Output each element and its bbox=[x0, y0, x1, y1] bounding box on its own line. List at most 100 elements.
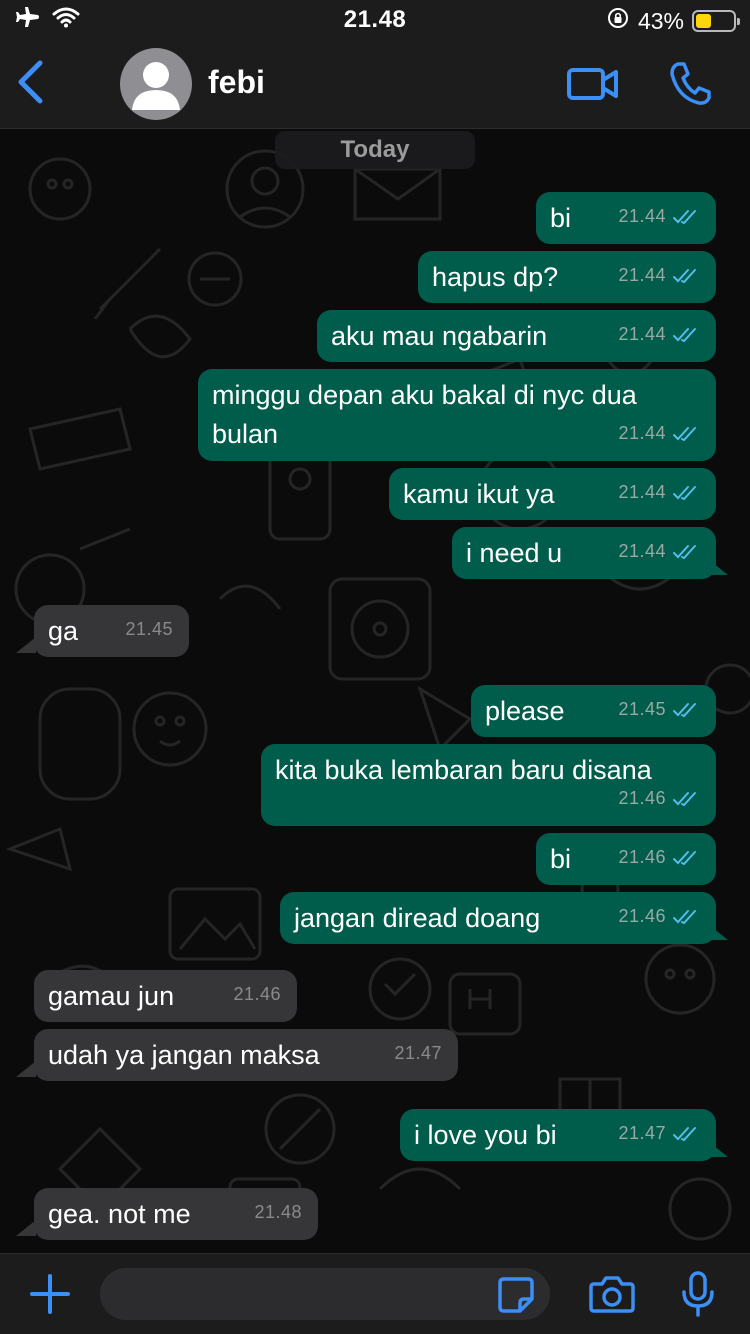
microphone-icon bbox=[682, 1271, 714, 1317]
voice-call-button[interactable] bbox=[666, 58, 714, 115]
message-meta: 21.44 bbox=[618, 532, 698, 571]
message-text: minggu depan aku bakal di nyc dua bulan bbox=[212, 380, 645, 449]
message-time: 21.44 bbox=[618, 265, 666, 285]
message-bubble-incoming[interactable]: udah ya jangan maksa 21.47 bbox=[34, 1029, 458, 1081]
whatsapp-chat-screen: 21.48 43% febi Today bi 21.44 hapus dp? … bbox=[0, 0, 750, 1334]
bubble-tail bbox=[16, 1220, 36, 1236]
read-receipt-icon bbox=[673, 850, 696, 865]
message-bubble-outgoing[interactable]: hapus dp? 21.44 bbox=[418, 251, 716, 303]
message-text: bi bbox=[550, 844, 572, 874]
message-text: udah ya jangan maksa bbox=[48, 1040, 320, 1070]
message-time: 21.44 bbox=[618, 324, 666, 344]
message-text: jangan diread doang bbox=[294, 903, 541, 933]
message-bubble-incoming[interactable]: ga 21.45 bbox=[34, 605, 189, 657]
message-bubble-outgoing[interactable]: bi 21.44 bbox=[536, 192, 716, 244]
message-time: 21.46 bbox=[233, 984, 281, 1004]
message-text: gamau jun bbox=[48, 981, 175, 1011]
read-receipt-icon bbox=[673, 485, 696, 500]
message-bubble-outgoing[interactable]: i need u 21.44 bbox=[452, 527, 716, 579]
message-time: 21.46 bbox=[618, 847, 666, 867]
attach-button[interactable] bbox=[28, 1272, 72, 1321]
plus-icon bbox=[30, 1274, 70, 1314]
message-text: please bbox=[485, 696, 565, 726]
default-avatar-icon bbox=[132, 62, 180, 110]
message-meta: 21.44 bbox=[618, 414, 698, 453]
contact-name[interactable]: febi bbox=[208, 64, 265, 101]
read-receipt-icon bbox=[673, 426, 696, 441]
voice-message-button[interactable] bbox=[680, 1270, 716, 1323]
message-bubble-incoming[interactable]: gea. not me 21.48 bbox=[34, 1188, 318, 1240]
message-time: 21.44 bbox=[618, 541, 666, 561]
read-receipt-icon bbox=[673, 327, 696, 342]
message-text: kamu ikut ya bbox=[403, 479, 555, 509]
message-meta: 21.47 bbox=[618, 1114, 698, 1153]
message-meta: 21.46 bbox=[233, 975, 281, 1014]
message-text: i love you bi bbox=[414, 1120, 557, 1150]
date-separator: Today bbox=[275, 131, 475, 169]
read-receipt-icon bbox=[673, 791, 696, 806]
message-bubble-outgoing[interactable]: please 21.45 bbox=[471, 685, 716, 737]
camera-icon bbox=[589, 1276, 635, 1313]
message-input[interactable] bbox=[100, 1268, 550, 1320]
sticker-icon bbox=[498, 1277, 534, 1313]
contact-avatar[interactable] bbox=[120, 48, 192, 120]
battery-percent: 43% bbox=[637, 7, 684, 34]
sticker-button[interactable] bbox=[496, 1275, 536, 1320]
message-time: 21.47 bbox=[618, 1123, 666, 1143]
message-text: gea. not me bbox=[48, 1199, 191, 1229]
read-receipt-icon bbox=[673, 909, 696, 924]
bubble-tail bbox=[16, 637, 36, 653]
message-text: bi bbox=[550, 203, 572, 233]
composer-bar bbox=[0, 1253, 750, 1334]
message-time: 21.44 bbox=[618, 206, 666, 226]
message-meta: 21.46 bbox=[618, 838, 698, 877]
video-call-button[interactable] bbox=[566, 58, 620, 115]
message-time: 21.44 bbox=[618, 423, 666, 443]
message-meta: 21.44 bbox=[618, 473, 698, 512]
message-meta: 21.46 bbox=[618, 897, 698, 936]
message-bubble-outgoing[interactable]: bi 21.46 bbox=[536, 833, 716, 885]
message-time: 21.46 bbox=[618, 788, 666, 808]
message-time: 21.45 bbox=[618, 699, 666, 719]
message-bubble-outgoing[interactable]: kamu ikut ya 21.44 bbox=[389, 468, 716, 520]
message-meta: 21.46 bbox=[618, 779, 698, 818]
orientation-lock-icon bbox=[606, 6, 630, 36]
video-call-icon bbox=[567, 68, 618, 100]
message-text: ga bbox=[48, 616, 79, 646]
message-bubble-outgoing[interactable]: jangan diread doang 21.46 bbox=[280, 892, 716, 944]
message-time: 21.47 bbox=[394, 1043, 442, 1063]
message-meta: 21.44 bbox=[618, 315, 698, 354]
chat-area[interactable]: Today bi 21.44 hapus dp? 21.44 aku mau n… bbox=[0, 129, 750, 1253]
status-bar: 21.48 43% bbox=[0, 0, 750, 40]
message-text: aku mau ngabarin bbox=[331, 321, 548, 351]
read-receipt-icon bbox=[673, 702, 696, 717]
message-meta: 21.44 bbox=[618, 256, 698, 295]
read-receipt-icon bbox=[673, 209, 696, 224]
message-bubble-outgoing[interactable]: aku mau ngabarin 21.44 bbox=[317, 310, 716, 362]
message-time: 21.44 bbox=[618, 482, 666, 502]
message-text: i need u bbox=[466, 538, 563, 568]
camera-button[interactable] bbox=[588, 1272, 636, 1321]
message-bubble-incoming[interactable]: gamau jun 21.46 bbox=[34, 970, 297, 1022]
message-time: 21.48 bbox=[254, 1202, 302, 1222]
message-time: 21.45 bbox=[125, 619, 173, 639]
bubble-tail bbox=[708, 559, 728, 575]
read-receipt-icon bbox=[673, 268, 696, 283]
read-receipt-icon bbox=[673, 1126, 696, 1141]
message-meta: 21.45 bbox=[125, 610, 173, 649]
phone-call-icon bbox=[670, 62, 711, 105]
message-time: 21.46 bbox=[618, 906, 666, 926]
read-receipt-icon bbox=[673, 544, 696, 559]
message-bubble-outgoing[interactable]: i love you bi 21.47 bbox=[400, 1109, 716, 1161]
message-bubble-outgoing[interactable]: minggu depan aku bakal di nyc dua bulan … bbox=[198, 369, 716, 461]
bubble-tail bbox=[708, 1141, 728, 1157]
message-meta: 21.47 bbox=[394, 1034, 442, 1073]
back-button[interactable] bbox=[12, 58, 56, 110]
back-chevron-icon bbox=[18, 60, 43, 104]
battery-icon bbox=[692, 10, 740, 32]
message-meta: 21.48 bbox=[254, 1193, 302, 1232]
battery-level bbox=[696, 14, 711, 28]
message-bubble-outgoing[interactable]: kita buka lembaran baru disana 21.46 bbox=[261, 744, 716, 826]
message-text: hapus dp? bbox=[432, 262, 559, 292]
message-meta: 21.45 bbox=[618, 690, 698, 729]
